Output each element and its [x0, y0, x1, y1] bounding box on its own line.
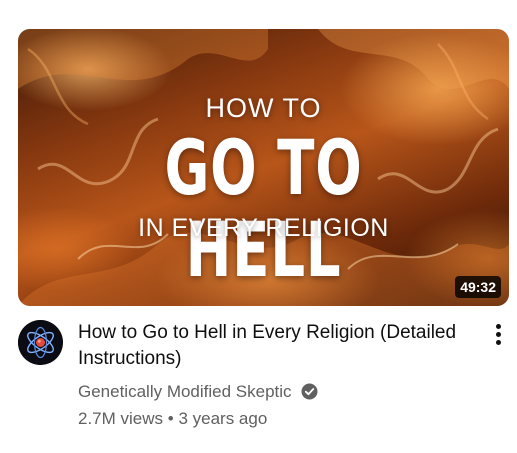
more-vert-icon[interactable]: [486, 322, 510, 348]
video-title[interactable]: How to Go to Hell in Every Religion (Det…: [78, 320, 478, 372]
upload-age: 3 years ago: [178, 409, 268, 428]
atom-icon: [18, 320, 63, 365]
video-card: HOW TO GO TO HELL IN EVERY RELIGION 49:3…: [0, 0, 517, 453]
thumbnail-text: HOW TO GO TO HELL IN EVERY RELIGION: [18, 29, 509, 306]
menu-dot: [496, 340, 501, 345]
menu-dot: [496, 324, 501, 329]
channel-name-row[interactable]: Genetically Modified Skeptic: [78, 381, 318, 403]
thumbnail-line-3: IN EVERY RELIGION: [138, 214, 389, 242]
verified-badge-icon: [301, 383, 318, 400]
menu-dot: [496, 332, 501, 337]
thumbnail-line-2: GO TO HELL: [164, 123, 363, 294]
meta-separator: •: [167, 409, 174, 428]
video-meta: 2.7M views • 3 years ago: [78, 408, 267, 430]
view-count: 2.7M views: [78, 409, 164, 428]
channel-name[interactable]: Genetically Modified Skeptic: [78, 382, 292, 401]
duration-badge: 49:32: [455, 276, 501, 298]
thumbnail-line-1: HOW TO: [205, 93, 322, 123]
video-thumbnail[interactable]: HOW TO GO TO HELL IN EVERY RELIGION 49:3…: [18, 29, 509, 306]
channel-avatar[interactable]: [18, 320, 63, 365]
